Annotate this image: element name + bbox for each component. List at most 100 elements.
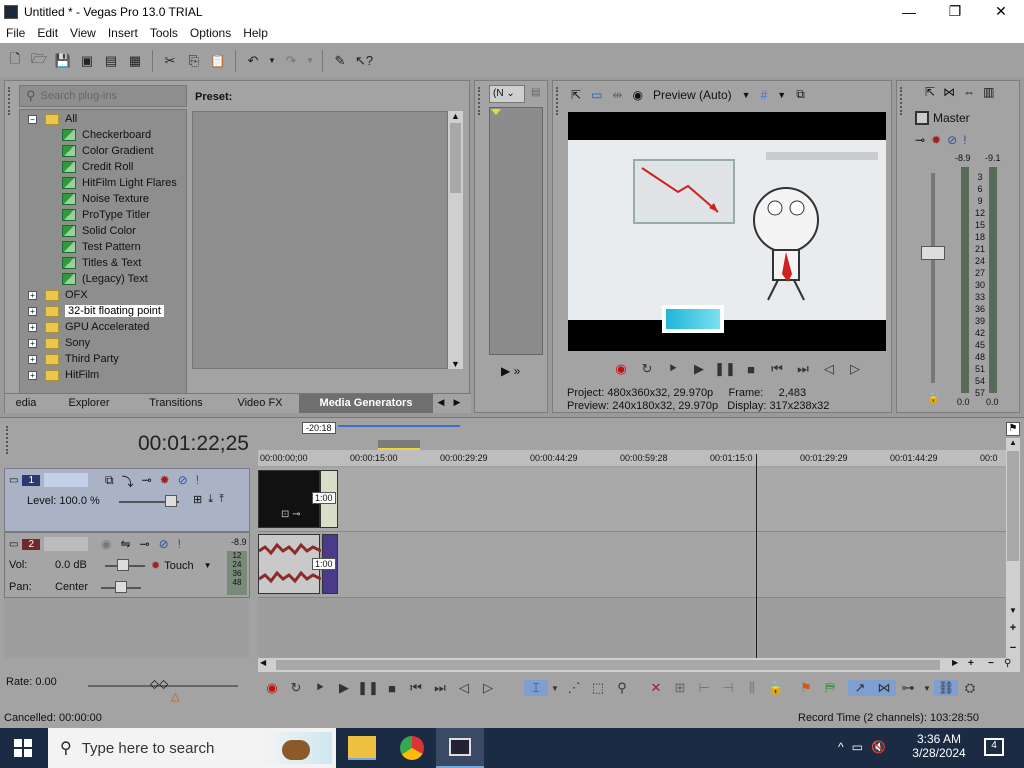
master-fx-icon[interactable]: ✹ [931, 133, 941, 147]
level-slider-handle[interactable] [165, 495, 177, 507]
grid-overlay-icon[interactable]: # [761, 88, 768, 102]
master-fader-handle[interactable] [921, 245, 945, 260]
zoom-tool-icon[interactable]: ⚲ [610, 680, 634, 696]
plugin-search-box[interactable]: ⚲ Search plug-ins [19, 85, 187, 107]
composite-mode-icon[interactable]: ⧉ [105, 473, 114, 490]
fx-icon[interactable]: ✹ [151, 559, 160, 572]
go-to-end-icon[interactable]: ⏭ [428, 680, 452, 696]
tree-item[interactable]: ProType Titler [82, 209, 150, 221]
record-icon[interactable]: ◉ [609, 361, 633, 377]
go-to-end-icon[interactable]: ⏭ [791, 361, 815, 377]
zoom-out-time-icon[interactable]: − [988, 658, 994, 669]
track-minimize-icon[interactable]: ▭ [9, 539, 18, 550]
copy-snapshot-icon[interactable]: ⧉ [796, 87, 805, 102]
properties-icon[interactable]: ▦ [124, 50, 146, 72]
time-ruler[interactable]: 00:00:00;00 00:00:15:00 00:00:29:29 00:0… [258, 450, 1008, 466]
video-track-header[interactable]: ▭ 1 ⧉ ⤵ ⊸ ✹ ⊘ ! Level: 100.0 % ⊞ ⤓ ⤒ [4, 468, 250, 532]
mute-icon[interactable]: ⊘ [947, 133, 957, 147]
automation-icon[interactable]: ⊸ [140, 537, 150, 551]
stop-icon[interactable]: ■ [380, 681, 404, 696]
trim-icon[interactable]: ⊞ [668, 680, 692, 696]
ripple-edit-icon[interactable]: ⊶ [896, 680, 920, 696]
insert-marker-icon[interactable]: ⚑ [794, 680, 818, 696]
trimmer-play-icon[interactable]: ▶ » [501, 364, 520, 378]
volume-muted-icon[interactable]: 🔇 [871, 740, 886, 754]
selection-bar[interactable] [338, 425, 460, 427]
menu-view[interactable]: View [64, 26, 102, 40]
audio-clip[interactable] [258, 534, 322, 594]
scroll-thumb[interactable] [1007, 451, 1019, 561]
loop-region[interactable] [378, 440, 420, 450]
trimmer-area[interactable] [489, 107, 543, 355]
pause-icon[interactable]: ❚❚ [356, 680, 380, 696]
play-from-start-icon[interactable]: ⯈ [661, 361, 685, 377]
trimmer-menu-icon[interactable]: ▤ [531, 87, 540, 98]
scroll-up-icon[interactable]: ▲ [448, 111, 463, 121]
play-icon[interactable]: ▶ [332, 680, 356, 696]
marker-flag-icon[interactable]: ⚑ [1006, 422, 1020, 436]
rate-slider-handle[interactable]: ⬦⬦ [150, 676, 168, 692]
undo-icon[interactable]: ↶ [242, 50, 264, 72]
tab-scroll-right-icon[interactable]: ▶ [449, 394, 465, 413]
mute-icon[interactable]: ⊘ [159, 537, 169, 551]
automation-dropdown-icon[interactable]: ▼ [204, 561, 212, 570]
maximize-button[interactable]: ❐ [932, 0, 978, 23]
scroll-right-icon[interactable]: ▶ [952, 658, 958, 667]
save-as-icon[interactable]: ▣ [76, 50, 98, 72]
tree-item[interactable]: Noise Texture [82, 193, 149, 205]
solo-icon[interactable]: ! [178, 537, 181, 551]
arm-record-icon[interactable]: ◉ [101, 537, 111, 551]
cut-icon[interactable]: ✂ [159, 50, 181, 72]
track-motion-icon[interactable]: ⊸ [142, 473, 152, 490]
audio-track-header[interactable]: ▭ 2 ◉ ⇋ ⊸ ⊘ ! Vol: 0.0 dB ✹ Touch ▼ Pan:… [4, 532, 250, 598]
zoom-tool-icon[interactable]: ⚲ [1004, 658, 1011, 669]
automation-mode[interactable]: Touch [164, 560, 193, 572]
scroll-up-icon[interactable]: ▲ [1006, 438, 1020, 447]
audio-track-lane[interactable] [258, 532, 1006, 598]
previous-frame-icon[interactable]: ◁ [452, 680, 476, 696]
show-hidden-icons-icon[interactable]: ^ [838, 740, 844, 754]
stop-icon[interactable]: ■ [739, 362, 763, 377]
tab-project-media[interactable]: edia [5, 394, 47, 413]
preset-scrollbar[interactable]: ▲ ▼ [448, 111, 463, 369]
enable-snapping-icon[interactable]: ✎ [329, 50, 351, 72]
downmix-icon[interactable]: ⋈ [943, 85, 955, 99]
video-preview-frame[interactable] [568, 112, 886, 351]
panel-grip[interactable] [8, 87, 12, 115]
whats-this-help-icon[interactable]: ↖? [353, 50, 375, 72]
expand-icon[interactable]: + [28, 306, 37, 316]
selection-tool-icon[interactable]: ⬚ [586, 680, 610, 696]
lock-envelopes-icon[interactable]: ⛓ [934, 680, 958, 696]
lock-icon[interactable]: 🔒 [764, 680, 788, 696]
overlays-icon[interactable]: ◉ [632, 88, 642, 102]
dropdown-arrow-icon[interactable]: ▼ [742, 90, 751, 100]
play-from-start-icon[interactable]: ⯈ [308, 680, 332, 696]
next-frame-icon[interactable]: ▷ [843, 361, 867, 377]
tab-video-fx[interactable]: Video FX [221, 394, 299, 413]
pan-slider-handle[interactable] [115, 581, 127, 593]
tree-item[interactable]: Color Gradient [82, 145, 154, 157]
scroll-down-icon[interactable]: ▼ [1006, 606, 1020, 615]
menu-edit[interactable]: Edit [31, 26, 64, 40]
chrome-taskbar-icon[interactable] [400, 736, 424, 760]
make-compositing-child-icon[interactable]: ⤵ [122, 473, 134, 490]
menu-insert[interactable]: Insert [102, 26, 144, 40]
vegas-taskbar-button[interactable] [436, 728, 484, 768]
tree-item[interactable]: Credit Roll [82, 161, 133, 173]
tree-group-sony[interactable]: Sony [65, 337, 90, 349]
tab-scroll-left-icon[interactable]: ◀ [433, 394, 449, 413]
taskbar-search-input[interactable]: Type here to search [82, 740, 215, 757]
parent-motion-icon[interactable]: ⊞ [193, 493, 202, 506]
clip-pan-crop-icon[interactable]: ⊡ ⊸ [281, 509, 301, 520]
render-icon[interactable]: ▤ [100, 50, 122, 72]
copy-icon[interactable]: ⎘ [183, 50, 205, 72]
go-to-start-icon[interactable]: ⏮ [765, 361, 789, 377]
search-input[interactable]: Search plug-ins [41, 90, 117, 102]
edit-tool-dropdown-icon[interactable]: ▼ [548, 684, 562, 693]
loop-playback-icon[interactable]: ↻ [635, 361, 659, 377]
zoom-in-icon[interactable]: + [1006, 622, 1020, 634]
close-button[interactable]: ✕ [978, 0, 1024, 23]
mixer-properties-icon[interactable]: ⇱ [925, 85, 935, 99]
meter-options-icon[interactable]: ▥ [983, 85, 994, 99]
playhead-cursor[interactable] [756, 454, 757, 658]
